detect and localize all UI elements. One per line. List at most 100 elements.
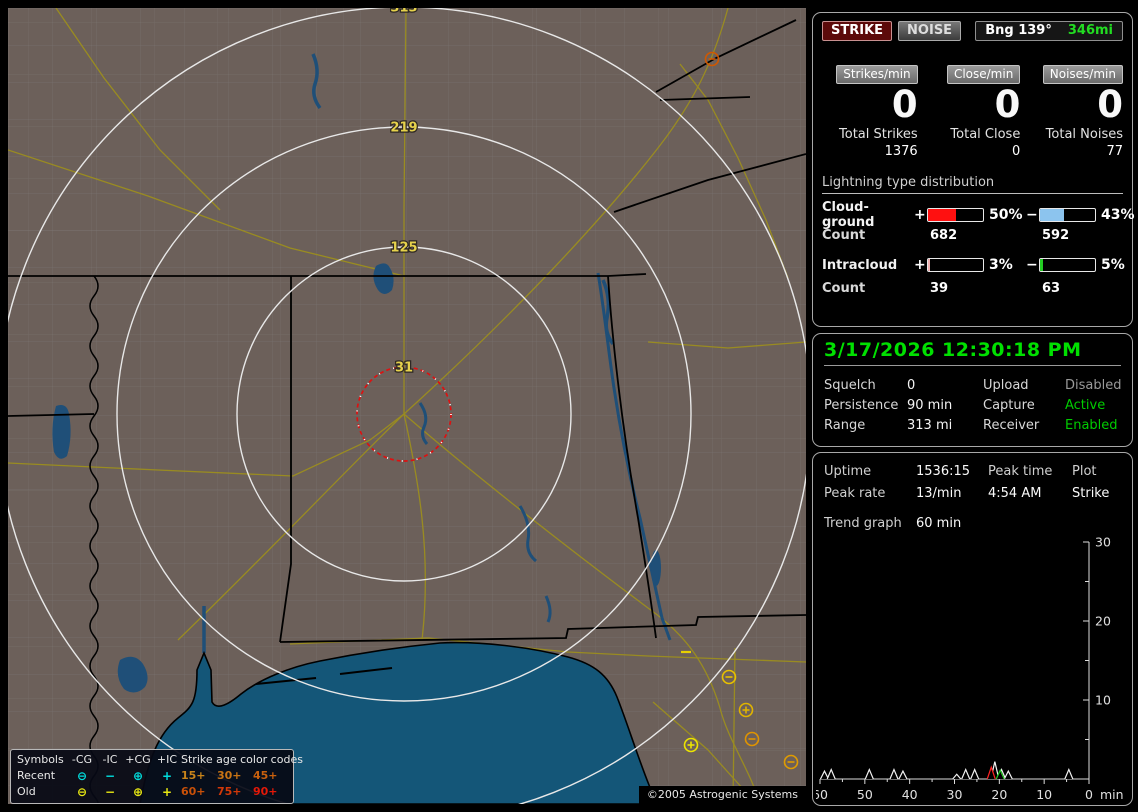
info-label: Peak time — [988, 464, 1053, 479]
datetime: 3/17/2026 12:30:18 PM — [824, 339, 1121, 366]
range-ring-label: 219 — [390, 121, 417, 136]
stats-panel: STRIKE NOISE Bng 139° 346mi Strikes/min 0 T… — [812, 12, 1135, 327]
counter-column: Noises/min 0 Total Noises 77 — [1027, 63, 1123, 160]
lightning-map[interactable]: 31 125 219 313 Symbols -CG -IC +CG +IC Strike ag… — [8, 8, 806, 804]
legend-header: +CG — [125, 753, 151, 766]
minus-icon: − — [104, 785, 116, 799]
legend-age-title: Strike age color codes — [181, 753, 303, 766]
counter-total-value: 0 — [1012, 144, 1021, 159]
noise-button[interactable]: NOISE — [898, 21, 962, 41]
range-ring-label: 313 — [390, 8, 417, 16]
plus-sign: + — [914, 257, 926, 273]
bearing-display: Bng 139° 346mi — [975, 21, 1123, 41]
plus-bar — [927, 258, 984, 272]
plus-icon: + — [161, 785, 173, 799]
info-label: Uptime — [824, 464, 872, 479]
status-value: 313 mi — [907, 418, 953, 433]
minus-icon: − — [104, 769, 116, 783]
age-code: 75+ — [217, 785, 242, 798]
legend-header: Symbols — [17, 753, 64, 766]
plus-icon: + — [161, 769, 173, 783]
counter-total-label: Total Strikes — [839, 127, 918, 142]
trend-x-tick-label: 10 — [1036, 787, 1052, 801]
info-label — [1072, 513, 1121, 535]
distribution-label: Cloud-ground — [822, 200, 875, 230]
trend-x-tick-label: 20 — [991, 787, 1007, 801]
range-ring-label: 125 — [390, 241, 417, 256]
info-label: Plot — [1072, 464, 1097, 479]
plus-count: 39 — [930, 280, 949, 296]
distance-value: 346mi — [1067, 23, 1113, 38]
trend-axes: 10 20 30 0 10 20 30 40 50 60 min — [816, 535, 1124, 802]
status-panel: 3/17/2026 12:30:18 PM Squelch 0 Upload Disa… — [812, 333, 1133, 447]
info-label: Trend graph — [824, 516, 902, 531]
minus-percent: 5% — [1101, 257, 1125, 273]
minus-count: 63 — [1042, 280, 1061, 296]
count-row: Count 682 592 — [822, 224, 1123, 246]
plus-bar — [927, 208, 984, 222]
legend-row-label: Old — [17, 785, 36, 798]
age-code: 45+ — [253, 769, 278, 782]
minus-bar — [1039, 208, 1096, 222]
plus-percent: 3% — [989, 257, 1013, 273]
trend-y-tick-label: 10 — [1095, 693, 1111, 708]
counter-header-button[interactable]: Noises/min — [1042, 65, 1123, 84]
counter-header-button[interactable]: Strikes/min — [836, 65, 918, 84]
circle-plus-icon: ⊕ — [132, 785, 144, 799]
info-value: Strike — [1072, 486, 1110, 501]
counter-total-label: Total Noises — [1045, 127, 1123, 142]
age-code: 15+ — [181, 769, 206, 782]
status-value: 0 — [907, 378, 916, 393]
trend-x-tick-label: 30 — [947, 787, 963, 801]
status-label: Upload — [983, 378, 1029, 393]
trend-x-unit: min — [1100, 787, 1124, 801]
counter-column: Close/min 0 Total Close 0 — [925, 63, 1021, 160]
info-value: 60 min — [916, 516, 962, 531]
map-legend: Symbols -CG -IC +CG +IC Strike age color code… — [10, 749, 303, 804]
minus-bar-fill — [1040, 259, 1043, 271]
trend-series-strikes-total — [819, 761, 1074, 780]
info-label — [988, 513, 1072, 535]
status-value: Enabled — [1065, 418, 1118, 433]
range-ring-label: 31 — [395, 361, 413, 376]
minus-percent: 43% — [1101, 207, 1135, 223]
counters: Strikes/min 0 Total Strikes 1376 Close/min 0 T… — [822, 63, 1123, 160]
plus-sign: + — [914, 207, 926, 223]
trend-y-tick-label: 20 — [1095, 614, 1111, 629]
strike-button[interactable]: STRIKE — [822, 21, 893, 41]
plus-bar-fill — [928, 259, 930, 271]
legend-header: -CG — [71, 753, 93, 766]
counter-value: 0 — [994, 83, 1021, 126]
counter-total-value: 1376 — [884, 144, 918, 159]
trend-panel: Uptime 1536:15 Peak time Plot Peak rate 13/mi… — [812, 452, 1133, 806]
status-label: Persistence — [824, 398, 899, 413]
minus-bar-fill — [1040, 209, 1064, 221]
age-code: 60+ — [181, 785, 206, 798]
side-panel: STRIKE NOISE Bng 139° 346mi Strikes/min 0 T… — [812, 12, 1135, 806]
distribution-row: Intracloud +3% − 5% — [822, 253, 1125, 277]
distribution-label: Intracloud — [822, 257, 898, 273]
status-label: Range — [824, 418, 866, 433]
minus-bar — [1039, 258, 1096, 272]
counter-total-label: Total Close — [950, 127, 1021, 142]
counter-value: 0 — [1097, 83, 1123, 126]
map-svg: 31 125 219 313 — [8, 8, 806, 804]
status-label: Receiver — [983, 418, 1040, 433]
trend-y-tick-label: 30 — [1095, 535, 1111, 550]
minus-sign: − — [1026, 207, 1038, 223]
legend-header: +IC — [156, 753, 178, 766]
legend-row-label: Recent — [17, 769, 56, 782]
info-label: Peak rate — [824, 486, 886, 501]
minus-count: 592 — [1042, 227, 1070, 243]
trend-graph: 10 20 30 0 10 20 30 40 50 60 min — [816, 535, 1124, 802]
counter-value: 0 — [891, 83, 918, 126]
status-label: Squelch — [824, 378, 876, 393]
status-value: 90 min — [907, 398, 953, 413]
copyright: ©2005 Astrogenic Systems — [638, 786, 806, 804]
status-value: Active — [1065, 398, 1106, 413]
count-row: Count 39 63 — [822, 277, 1123, 299]
counter-header-button[interactable]: Close/min — [946, 65, 1021, 84]
distribution-row: Cloud-ground +50% − 43% — [822, 200, 1135, 230]
distribution-title: Lightning type distribution — [822, 175, 1123, 194]
counter-column: Strikes/min 0 Total Strikes 1376 — [822, 63, 918, 160]
